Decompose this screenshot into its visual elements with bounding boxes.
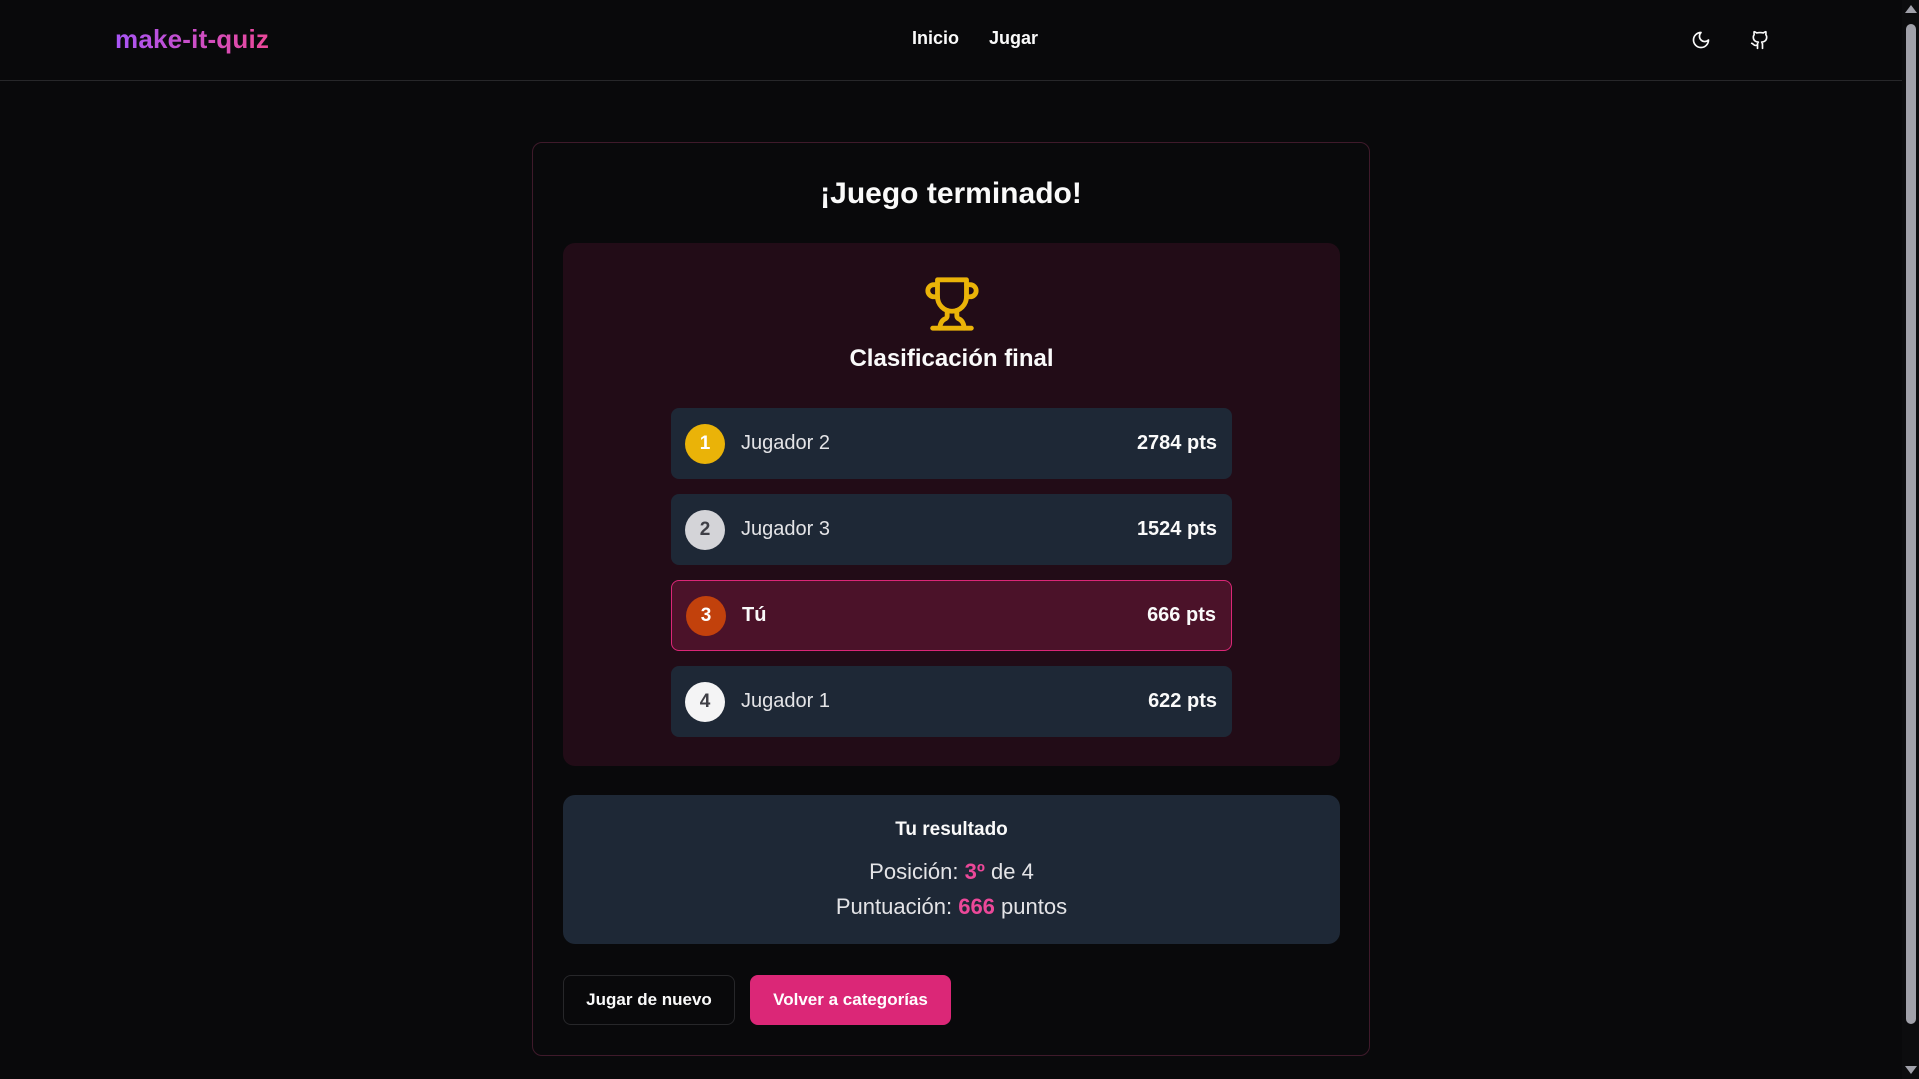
score-suffix: puntos (1001, 894, 1068, 919)
ranking-row-4: 4 Jugador 1 622 pts (671, 666, 1232, 737)
app-logo[interactable]: make-it-quiz (115, 24, 269, 55)
scroll-thumb[interactable] (1906, 24, 1916, 1024)
final-ranking-panel: Clasificación final 1 Jugador 2 2784 pts… (563, 243, 1340, 766)
theme-toggle-button[interactable] (1685, 24, 1717, 56)
game-over-card: ¡Juego terminado! Clasificación final 1 … (532, 142, 1370, 1056)
scroll-up-arrow-icon[interactable] (1905, 5, 1917, 13)
position-value: 3º (964, 859, 985, 884)
nav-link-inicio[interactable]: Inicio (912, 28, 959, 49)
back-to-categories-button[interactable]: Volver a categorías (750, 975, 951, 1025)
ranking-list: 1 Jugador 2 2784 pts 2 Jugador 3 1524 pt… (671, 408, 1232, 752)
player-score: 1524 pts (1136, 518, 1217, 540)
top-navbar: make-it-quiz Inicio Jugar (0, 0, 1902, 81)
nav-link-jugar[interactable]: Jugar (989, 28, 1038, 49)
scroll-down-arrow-icon[interactable] (1905, 1066, 1917, 1074)
moon-icon (1692, 31, 1710, 49)
player-score: 666 pts (1147, 604, 1216, 626)
rank-badge: 4 (685, 681, 725, 722)
position-summary: Posición: 3º de 4 (563, 859, 1340, 885)
github-icon (1750, 30, 1768, 50)
player-name: Jugador 2 (741, 432, 830, 454)
player-name: Jugador 1 (741, 690, 830, 712)
rank-badge-silver: 2 (685, 509, 725, 550)
player-name: Jugador 3 (741, 518, 830, 540)
ranking-title: Clasificación final (849, 345, 1054, 372)
score-value: 666 (958, 894, 995, 919)
rank-badge-bronze: 3 (686, 595, 726, 636)
rank-badge-gold: 1 (685, 423, 725, 464)
player-name-current-user: Tú (742, 604, 767, 626)
player-score: 2784 pts (1136, 432, 1217, 454)
github-link-button[interactable] (1744, 24, 1776, 56)
app-viewport: make-it-quiz Inicio Jugar ¡Juego termina… (0, 0, 1919, 1079)
position-label: Posición: (869, 859, 959, 884)
position-suffix: de 4 (990, 859, 1034, 884)
trophy-icon (925, 277, 979, 331)
score-summary: Puntuación: 666 puntos (563, 894, 1340, 920)
play-again-button[interactable]: Jugar de nuevo (563, 975, 735, 1025)
ranking-row-current-user: 3 Tú 666 pts (671, 580, 1232, 651)
main-nav: Inicio Jugar (912, 28, 1038, 49)
vertical-scrollbar[interactable] (1902, 0, 1919, 1079)
ranking-row-1: 1 Jugador 2 2784 pts (671, 408, 1232, 479)
score-label: Puntuación: (835, 894, 953, 919)
page-title: ¡Juego terminado! (820, 177, 1082, 210)
your-result-title: Tu resultado (895, 819, 1008, 840)
your-result-panel: Tu resultado Posición: 3º de 4 Puntuació… (563, 795, 1340, 944)
player-score: 622 pts (1148, 690, 1217, 712)
ranking-row-2: 2 Jugador 3 1524 pts (671, 494, 1232, 565)
